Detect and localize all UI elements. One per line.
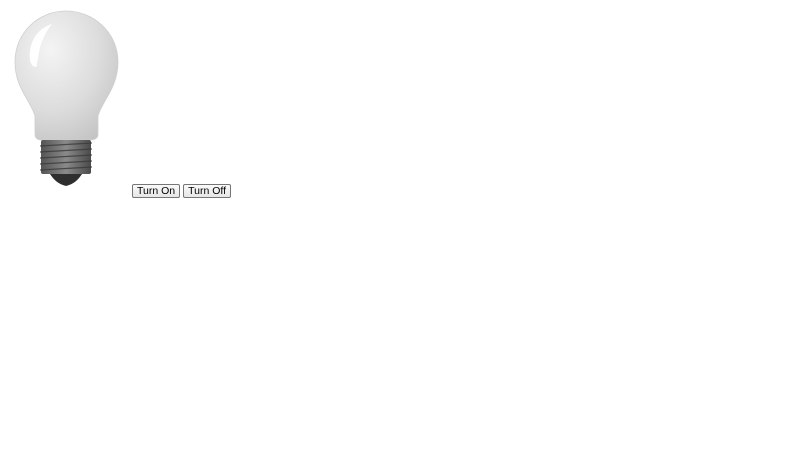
bulb-controls: Turn On Turn Off xyxy=(132,184,232,198)
turn-off-button[interactable]: Turn Off xyxy=(183,184,232,198)
lightbulb-icon xyxy=(10,8,122,192)
turn-on-button[interactable]: Turn On xyxy=(132,184,181,198)
